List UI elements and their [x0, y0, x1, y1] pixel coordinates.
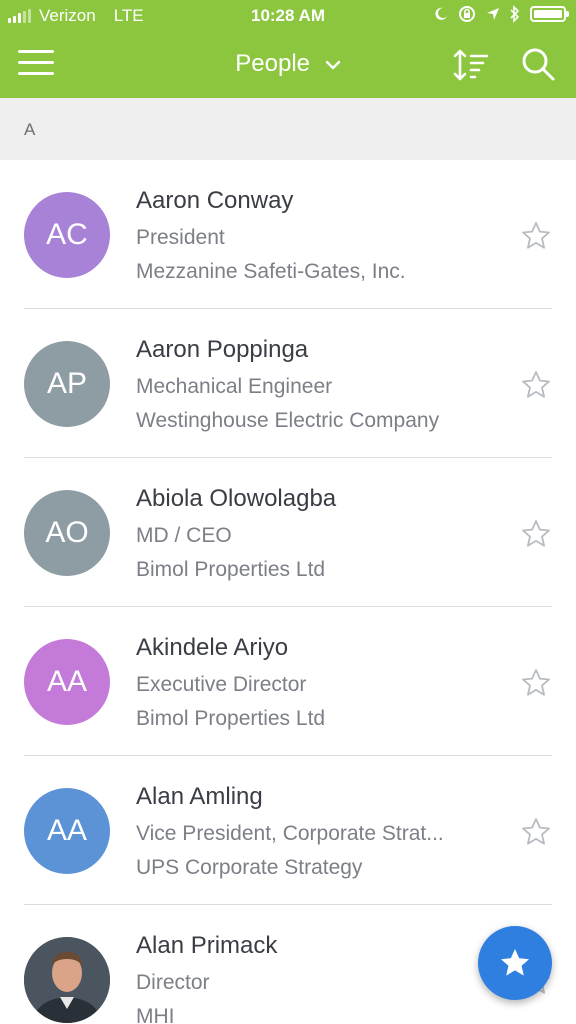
top-bar: Verizon LTE 10:28 AM People	[0, 0, 576, 98]
favorites-fab-button[interactable]	[478, 926, 552, 1000]
bluetooth-icon	[510, 5, 520, 23]
list-item[interactable]: AO Abiola Olowolagba MD / CEO Bimol Prop…	[0, 458, 576, 607]
avatar: AP	[24, 341, 110, 427]
person-photo-icon	[24, 937, 110, 1023]
star-icon[interactable]	[520, 816, 552, 848]
person-name: Abiola Olowolagba	[136, 485, 337, 512]
person-name: Alan Amling	[136, 783, 263, 810]
status-bar: Verizon LTE 10:28 AM	[0, 0, 576, 32]
list-item[interactable]: AA Alan Amling Vice President, Corporate…	[0, 756, 576, 905]
person-title: Executive Director	[136, 673, 307, 696]
person-company: Westinghouse Electric Company	[136, 409, 440, 432]
avatar: AA	[24, 788, 110, 874]
location-icon	[487, 8, 499, 20]
list-item[interactable]: AC Aaron Conway President Mezzanine Safe…	[0, 160, 576, 309]
nav-bar: People	[0, 32, 576, 98]
star-icon[interactable]	[520, 667, 552, 699]
sort-icon[interactable]	[452, 48, 490, 82]
status-right	[434, 5, 569, 23]
star-icon[interactable]	[520, 369, 552, 401]
search-icon[interactable]	[520, 46, 556, 82]
rotation-lock-icon	[459, 6, 475, 22]
person-title: President	[136, 226, 225, 249]
person-title: Vice President, Corporate Strat...	[136, 822, 444, 845]
list-item[interactable]: AP Aaron Poppinga Mechanical Engineer We…	[0, 309, 576, 458]
person-company: MHI	[136, 1005, 175, 1024]
nav-title-label: People	[235, 50, 311, 77]
chevron-down-icon	[325, 60, 340, 69]
person-name: Alan Primack	[136, 932, 278, 959]
people-list: AC Aaron Conway President Mezzanine Safe…	[0, 160, 576, 1024]
person-name: Aaron Poppinga	[136, 336, 309, 363]
avatar-photo	[24, 937, 110, 1023]
star-icon[interactable]	[520, 518, 552, 550]
avatar: AA	[24, 639, 110, 725]
person-title: Mechanical Engineer	[136, 375, 333, 398]
person-name: Akindele Ariyo	[136, 634, 289, 661]
star-filled-icon	[501, 949, 529, 976]
person-name: Aaron Conway	[136, 187, 294, 214]
moon-icon	[435, 7, 447, 20]
person-title: Director	[136, 971, 210, 994]
star-icon[interactable]	[520, 220, 552, 252]
section-header: A	[0, 98, 576, 160]
avatar: AO	[24, 490, 110, 576]
avatar: AC	[24, 192, 110, 278]
list-item[interactable]: AA Akindele Ariyo Executive Director Bim…	[0, 607, 576, 756]
person-title: MD / CEO	[136, 524, 232, 547]
section-letter: A	[24, 120, 36, 139]
battery-icon	[530, 6, 569, 22]
person-company: Mezzanine Safeti-Gates, Inc.	[136, 260, 406, 283]
person-company: Bimol Properties Ltd	[136, 707, 326, 730]
person-company: UPS Corporate Strategy	[136, 856, 363, 879]
person-company: Bimol Properties Ltd	[136, 558, 326, 581]
